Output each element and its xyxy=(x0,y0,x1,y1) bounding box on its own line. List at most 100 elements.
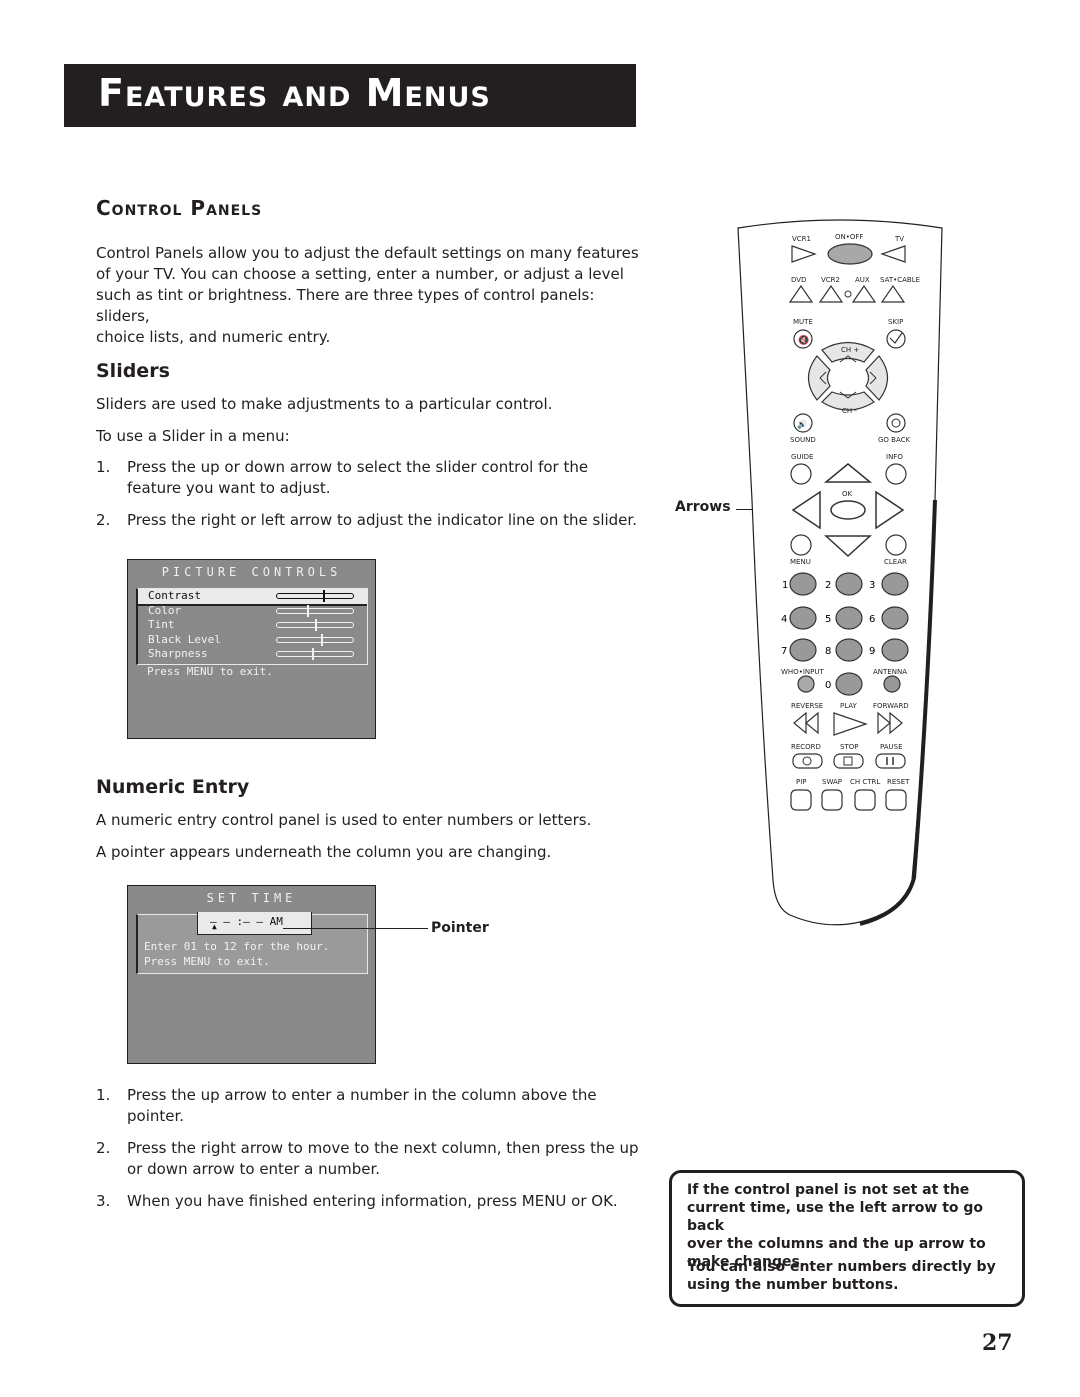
hour-hint: Enter 01 to 12 for the hour. xyxy=(144,940,330,953)
slider-indicator[interactable] xyxy=(321,633,324,646)
label-dvd: DVD xyxy=(791,276,806,284)
digit-6-button[interactable] xyxy=(881,606,909,630)
digit-1-button[interactable] xyxy=(789,572,817,596)
label-sound: SOUND xyxy=(790,436,816,444)
tip-line: You can also enter numbers directly by xyxy=(687,1259,996,1275)
digit-0-button[interactable] xyxy=(835,672,863,696)
arrows-callout-label: Arrows xyxy=(675,499,731,515)
indicator-light xyxy=(844,290,852,298)
digit-5-button[interactable] xyxy=(835,606,863,630)
ch-ctrl-button[interactable] xyxy=(854,789,876,811)
step-text: pointer. xyxy=(127,1107,185,1125)
pause-button[interactable] xyxy=(875,753,906,769)
digit-2-button[interactable] xyxy=(835,572,863,596)
slider-row[interactable]: Black Level xyxy=(138,633,367,648)
step-text: Press the right arrow to move to the nex… xyxy=(127,1139,639,1157)
slider-track[interactable] xyxy=(276,604,354,617)
label-pause: PAUSE xyxy=(880,743,903,751)
label-forward: FORWARD xyxy=(873,702,909,710)
intro-line: Control Panels allow you to adjust the d… xyxy=(96,244,639,262)
slider-label: Contrast xyxy=(148,589,201,602)
ok-button[interactable] xyxy=(830,500,866,520)
label-go-back: GO BACK xyxy=(878,436,911,444)
sliders-step: 2. Press the right or left arrow to adju… xyxy=(96,510,641,531)
step-text: When you have finished entering informat… xyxy=(127,1192,618,1210)
menu-button[interactable] xyxy=(790,534,812,556)
tip-line: If the control panel is not set at the xyxy=(687,1182,970,1198)
digit-label: 7 xyxy=(781,646,787,657)
record-button[interactable] xyxy=(792,753,823,769)
label-ok: OK xyxy=(842,490,853,498)
slider-row[interactable]: Sharpness xyxy=(138,647,367,662)
digit-label: 4 xyxy=(781,614,787,625)
digit-9-button[interactable] xyxy=(881,638,909,662)
label-aux: AUX xyxy=(855,276,870,284)
pip-button[interactable] xyxy=(790,789,812,811)
exit-hint: Press MENU to exit. xyxy=(144,955,270,968)
pointer-callout-line xyxy=(283,928,428,929)
guide-button[interactable] xyxy=(790,463,812,485)
label-pip: PIP xyxy=(796,778,807,786)
slider-indicator[interactable] xyxy=(315,619,317,632)
label-stop: STOP xyxy=(840,743,858,751)
set-time-screen: SET TIME — — :— — AM ▲ Enter 01 to 12 fo… xyxy=(127,885,376,1064)
slider-indicator[interactable] xyxy=(307,604,310,617)
numeric-entry-heading: Numeric Entry xyxy=(96,776,250,798)
info-button[interactable] xyxy=(885,463,907,485)
label-guide: GUIDE xyxy=(791,453,813,461)
label-skip: SKIP xyxy=(888,318,903,326)
digit-label: 6 xyxy=(869,614,875,625)
step-text: Press the up or down arrow to select the… xyxy=(127,458,589,476)
sound-icon: 🔊 xyxy=(797,419,807,429)
power-button[interactable] xyxy=(827,243,873,265)
label-antenna: ANTENNA xyxy=(873,668,907,676)
slider-track[interactable] xyxy=(276,633,354,646)
antenna-button[interactable] xyxy=(883,675,901,693)
label-reverse: REVERSE xyxy=(791,702,823,710)
slider-track[interactable] xyxy=(276,590,354,602)
who-input-button[interactable] xyxy=(797,675,815,693)
go-back-button[interactable] xyxy=(886,413,906,433)
clear-button[interactable] xyxy=(885,534,907,556)
slider-row[interactable]: Color xyxy=(138,604,367,619)
chapter-title: Features and Menus xyxy=(98,71,491,115)
label-ch-minus: CH - xyxy=(842,407,857,415)
page-number: 27 xyxy=(982,1330,1013,1356)
step-number: 2. xyxy=(96,511,111,529)
chapter-banner: Features and Menus xyxy=(64,64,636,127)
digit-label: 0 xyxy=(825,680,831,691)
sliders-howto: To use a Slider in a menu: xyxy=(96,427,290,445)
numeric-step: 1. Press the up arrow to enter a number … xyxy=(96,1085,641,1127)
numeric-description: A numeric entry control panel is used to… xyxy=(96,811,592,829)
slider-indicator[interactable] xyxy=(322,590,325,602)
time-value: — — :— — AM xyxy=(210,915,283,928)
slider-row[interactable]: Tint xyxy=(138,618,367,633)
reset-button[interactable] xyxy=(885,789,907,811)
digit-label: 5 xyxy=(825,614,831,625)
step-number: 3. xyxy=(96,1192,111,1210)
digit-label: 1 xyxy=(782,580,788,591)
slider-track[interactable] xyxy=(276,619,354,632)
stop-button[interactable] xyxy=(833,753,864,769)
time-field[interactable]: — — :— — AM ▲ xyxy=(197,912,312,935)
digit-label: 3 xyxy=(869,580,875,591)
slider-indicator[interactable] xyxy=(311,648,314,661)
step-text: Press the right or left arrow to adjust … xyxy=(127,511,637,529)
intro-line: of your TV. You can choose a setting, en… xyxy=(96,265,624,283)
slider-label: Black Level xyxy=(148,632,221,646)
skip-button[interactable] xyxy=(886,329,906,349)
slider-track[interactable] xyxy=(276,648,354,661)
digit-4-button[interactable] xyxy=(789,606,817,630)
digit-label: 2 xyxy=(825,580,831,591)
numeric-step: 2. Press the right arrow to move to the … xyxy=(96,1138,641,1180)
swap-button[interactable] xyxy=(821,789,843,811)
label-vcr2: VCR2 xyxy=(821,276,840,284)
label-ch-ctrl: CH CTRL xyxy=(850,778,880,786)
digit-7-button[interactable] xyxy=(789,638,817,662)
digit-8-button[interactable] xyxy=(835,638,863,662)
remote-control-illustration: VCR1 ON•OFF TV DVD VCR2 AUX SAT•CABLE MU… xyxy=(737,219,943,926)
time-entry-panel: — — :— — AM ▲ Enter 01 to 12 for the hou… xyxy=(136,912,368,974)
digit-3-button[interactable] xyxy=(881,572,909,596)
digit-label: 8 xyxy=(825,646,831,657)
label-menu: MENU xyxy=(790,558,811,566)
